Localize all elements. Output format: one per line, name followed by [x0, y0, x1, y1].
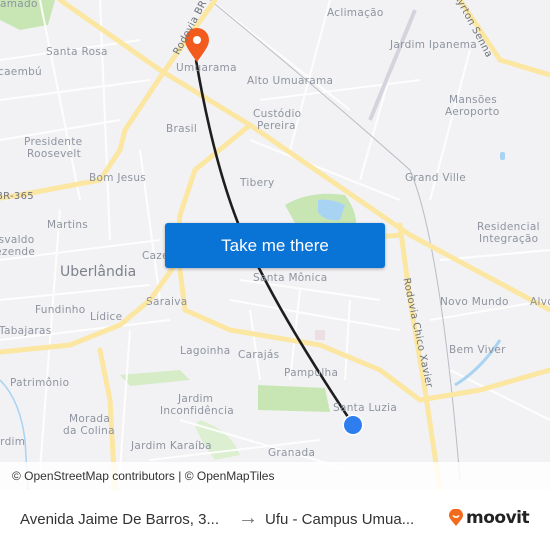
map-label: Umuarama — [176, 62, 237, 74]
map-view[interactable]: caembúamado Santa Rosa caembú Presidente… — [0, 0, 550, 490]
map-label: Custódio — [253, 108, 302, 120]
map-label: Alvo — [530, 296, 550, 308]
map-label: Presidente — [24, 136, 83, 148]
origin-dot[interactable] — [344, 416, 362, 434]
pond — [500, 152, 505, 160]
map-label: Roosevelt — [27, 148, 82, 160]
arrow-right-icon: → — [238, 507, 258, 529]
map-label: caembúamado — [0, 0, 38, 10]
map-label: Santa Mônica — [253, 272, 328, 284]
block — [315, 330, 325, 340]
map-label: caembú — [0, 66, 43, 78]
map-label: Tabajaras — [0, 325, 52, 337]
origin-label: Avenida Jaime De Barros, 3... — [20, 511, 219, 528]
map-label: Pereira — [257, 120, 296, 132]
major-road — [177, 267, 550, 403]
map-label: Grand Ville — [405, 172, 467, 184]
map-label: Jardim Ipanema — [390, 39, 477, 51]
map-label: Rezende — [0, 246, 36, 258]
map-label: Osvaldo — [0, 234, 35, 246]
map-label: Morada — [69, 413, 111, 425]
map-attribution[interactable]: © OpenStreetMap contributors | © OpenMap… — [0, 462, 550, 490]
map-label: Santa Rosa — [46, 46, 108, 58]
map-label: Novo Mundo — [440, 296, 509, 308]
park-area — [120, 370, 190, 386]
map-label: Lagoinha — [180, 345, 231, 357]
moovit-wordmark: moovit — [466, 508, 530, 528]
map-label: Saraiva — [146, 296, 188, 308]
map-label: Patrimônio — [10, 377, 70, 389]
map-label: Aeroporto — [445, 106, 500, 118]
map-label: Martins — [47, 219, 89, 231]
map-label: Lídice — [90, 311, 123, 323]
route-footer: Avenida Jaime De Barros, 3... → Ufu - Ca… — [0, 490, 550, 550]
map-label: Alto Umuarama — [247, 75, 334, 87]
map-label: Jardim — [0, 436, 26, 448]
map-label: Residencial — [477, 221, 540, 233]
take-me-there-button[interactable]: Take me there — [165, 223, 385, 268]
map-label: da Colina — [63, 425, 115, 437]
airport-runway — [368, 9, 417, 121]
moovit-pin-icon — [449, 509, 463, 526]
map-label: Fundinho — [35, 304, 86, 316]
map-label: Granada — [268, 447, 316, 459]
map-label: Inconfidência — [160, 405, 235, 417]
map-label: Pampulha — [284, 367, 339, 379]
map-label: Brasil — [166, 123, 198, 135]
map-label: Aclimação — [327, 7, 384, 19]
map-label: Tibery — [240, 177, 275, 189]
map-label: Santa Luzia — [333, 402, 398, 414]
destination-label: Ufu - Campus Umua... — [265, 511, 415, 528]
map-label-city: Uberlândia — [60, 264, 137, 280]
map-label: Jardim — [178, 393, 214, 405]
map-label: Mansões — [449, 94, 498, 106]
park-area — [258, 385, 330, 412]
map-label: Bem Viver — [449, 344, 506, 356]
map-label: Jardim Karaíba — [131, 440, 212, 452]
map-label: Carajás — [238, 349, 280, 361]
moovit-logo[interactable]: moovit — [449, 508, 530, 528]
map-label: Integração — [479, 233, 539, 245]
map-label: Bom Jesus — [89, 172, 147, 184]
road-label: BR-365 — [0, 191, 34, 202]
